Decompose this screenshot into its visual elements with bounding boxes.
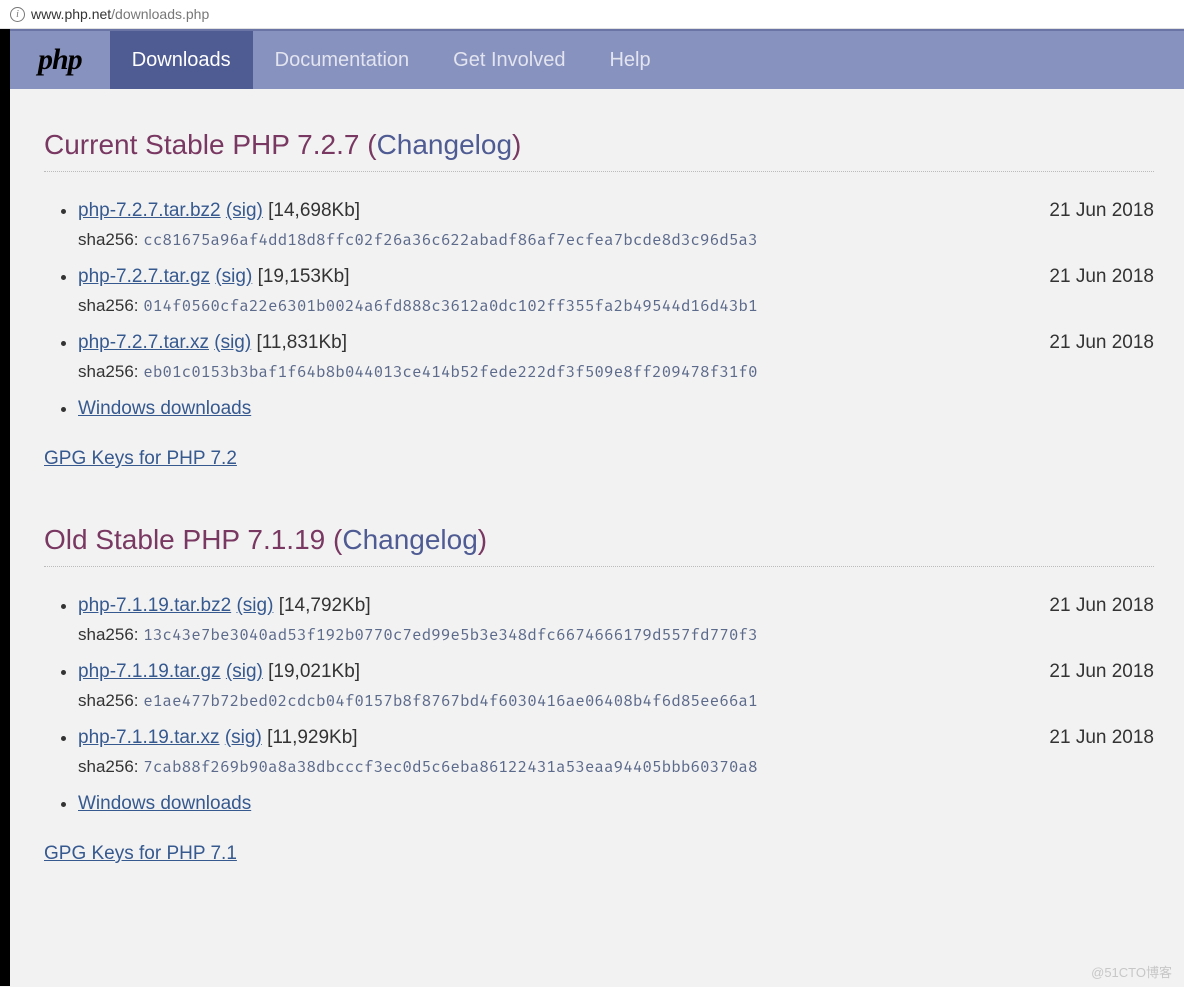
- download-file-link[interactable]: php-7.2.7.tar.bz2: [78, 200, 221, 221]
- download-sig-link[interactable]: (sig): [226, 661, 263, 682]
- download-sig-link[interactable]: (sig): [226, 200, 263, 221]
- changelog-link[interactable]: Changelog: [342, 524, 477, 555]
- section-heading-current: Current Stable PHP 7.2.7 (Changelog): [44, 129, 1154, 172]
- download-file-link[interactable]: php-7.1.19.tar.xz: [78, 727, 220, 748]
- windows-downloads-link[interactable]: Windows downloads: [78, 398, 251, 419]
- top-nav: php Downloads Documentation Get Involved…: [10, 29, 1184, 89]
- download-size: [14,698Kb]: [268, 200, 360, 221]
- download-item: php-7.1.19.tar.bz2 (sig) [14,792Kb] 21 J…: [78, 595, 1154, 645]
- download-date: 21 Jun 2018: [1049, 661, 1154, 683]
- download-sig-link[interactable]: (sig): [215, 266, 252, 287]
- page-body: php Downloads Documentation Get Involved…: [0, 29, 1184, 986]
- browser-address-bar[interactable]: i www.php.net/downloads.php: [0, 0, 1184, 29]
- sha-line: sha256: 014f0560cfa22e6301b0024a6fd888c3…: [78, 296, 1154, 316]
- download-item: php-7.2.7.tar.xz (sig) [11,831Kb] 21 Jun…: [78, 332, 1154, 382]
- sha-hash: 13c43e7be3040ad53f192b0770c7ed99e5b3e348…: [143, 626, 757, 645]
- nav-get-involved[interactable]: Get Involved: [431, 31, 587, 89]
- download-size: [14,792Kb]: [279, 595, 371, 616]
- sha-line: sha256: 7cab88f269b90a8a38dbcccf3ec0d5c6…: [78, 757, 1154, 777]
- file-list-current: php-7.2.7.tar.bz2 (sig) [14,698Kb] 21 Ju…: [78, 200, 1154, 420]
- windows-downloads-item: Windows downloads: [78, 398, 1154, 420]
- download-date: 21 Jun 2018: [1049, 332, 1154, 354]
- sha-hash: cc81675a96af4dd18d8ffc02f26a36c622abadf8…: [143, 231, 757, 250]
- download-size: [19,021Kb]: [268, 661, 360, 682]
- sha-line: sha256: e1ae477b72bed02cdcb04f0157b8f876…: [78, 691, 1154, 711]
- download-file-link[interactable]: php-7.1.19.tar.bz2: [78, 595, 231, 616]
- sha-line: sha256: eb01c0153b3baf1f64b8b044013ce414…: [78, 362, 1154, 382]
- download-date: 21 Jun 2018: [1049, 266, 1154, 288]
- download-file-link[interactable]: php-7.2.7.tar.gz: [78, 266, 210, 287]
- download-item: php-7.2.7.tar.gz (sig) [19,153Kb] 21 Jun…: [78, 266, 1154, 316]
- download-sig-link[interactable]: (sig): [214, 332, 251, 353]
- download-sig-link[interactable]: (sig): [236, 595, 273, 616]
- gpg-keys-link[interactable]: GPG Keys for PHP 7.2: [44, 448, 237, 470]
- download-size: [11,831Kb]: [256, 332, 347, 353]
- watermark: @51CTO博客: [1091, 962, 1172, 981]
- sha-line: sha256: cc81675a96af4dd18d8ffc02f26a36c6…: [78, 230, 1154, 250]
- download-size: [19,153Kb]: [258, 266, 350, 287]
- download-date: 21 Jun 2018: [1049, 727, 1154, 749]
- download-file-link[interactable]: php-7.1.19.tar.gz: [78, 661, 221, 682]
- php-logo[interactable]: php: [10, 31, 110, 89]
- download-item: php-7.2.7.tar.bz2 (sig) [14,698Kb] 21 Ju…: [78, 200, 1154, 250]
- download-item: php-7.1.19.tar.gz (sig) [19,021Kb] 21 Ju…: [78, 661, 1154, 711]
- changelog-link[interactable]: Changelog: [377, 129, 512, 160]
- section-heading-old: Old Stable PHP 7.1.19 (Changelog): [44, 524, 1154, 567]
- nav-documentation[interactable]: Documentation: [253, 31, 432, 89]
- site-info-icon[interactable]: i: [10, 7, 25, 22]
- nav-help[interactable]: Help: [587, 31, 672, 89]
- sha-hash: eb01c0153b3baf1f64b8b044013ce414b52fede2…: [143, 363, 757, 382]
- download-sig-link[interactable]: (sig): [225, 727, 262, 748]
- download-file-link[interactable]: php-7.2.7.tar.xz: [78, 332, 209, 353]
- download-date: 21 Jun 2018: [1049, 595, 1154, 617]
- download-item: php-7.1.19.tar.xz (sig) [11,929Kb] 21 Ju…: [78, 727, 1154, 777]
- file-list-old: php-7.1.19.tar.bz2 (sig) [14,792Kb] 21 J…: [78, 595, 1154, 815]
- windows-downloads-item: Windows downloads: [78, 793, 1154, 815]
- sha-hash: 014f0560cfa22e6301b0024a6fd888c3612a0dc1…: [143, 297, 757, 316]
- sha-line: sha256: 13c43e7be3040ad53f192b0770c7ed99…: [78, 625, 1154, 645]
- nav-downloads[interactable]: Downloads: [110, 31, 253, 89]
- sha-hash: e1ae477b72bed02cdcb04f0157b8f8767bd4f603…: [143, 692, 757, 711]
- url-text: www.php.net/downloads.php: [31, 6, 209, 22]
- download-size: [11,929Kb]: [267, 727, 358, 748]
- download-date: 21 Jun 2018: [1049, 200, 1154, 222]
- sha-hash: 7cab88f269b90a8a38dbcccf3ec0d5c6eba86122…: [143, 758, 757, 777]
- windows-downloads-link[interactable]: Windows downloads: [78, 793, 251, 814]
- main-content: Current Stable PHP 7.2.7 (Changelog) php…: [10, 89, 1184, 885]
- gpg-keys-link[interactable]: GPG Keys for PHP 7.1: [44, 843, 237, 865]
